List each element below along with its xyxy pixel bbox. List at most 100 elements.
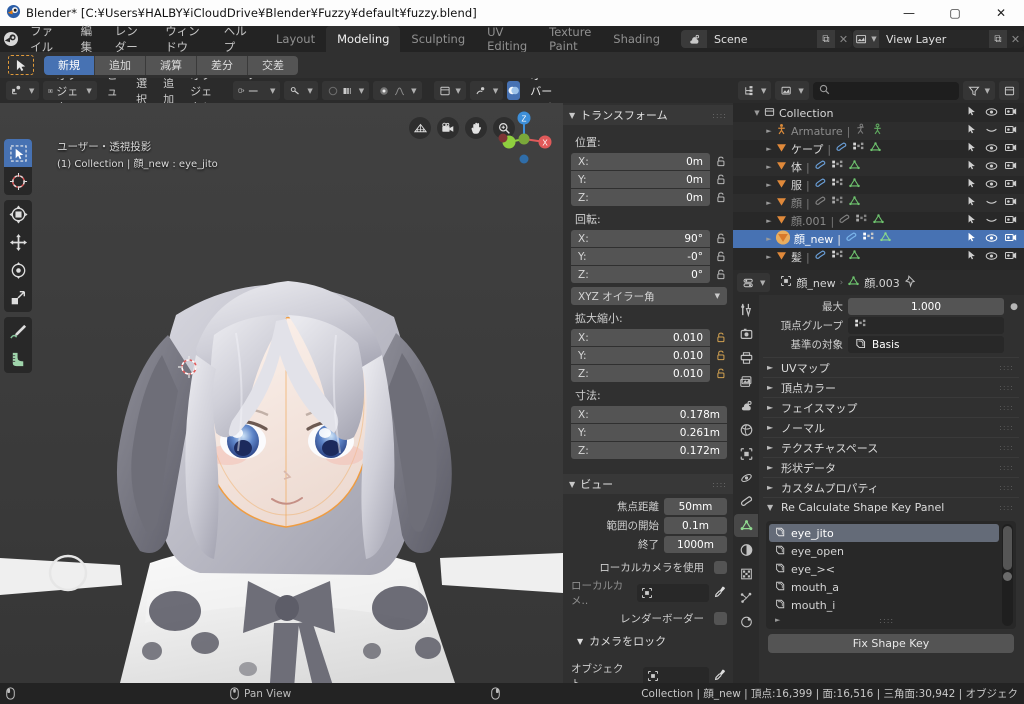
tool-measure-icon[interactable] (4, 345, 32, 373)
scale-z-row[interactable]: Z: 0.010 (571, 365, 727, 382)
tab-material-icon[interactable] (734, 538, 758, 561)
modifier-icon[interactable] (845, 231, 858, 247)
focal-length-row[interactable]: 焦点距離 50mm (571, 498, 727, 515)
fix-shape-key-button[interactable]: Fix Shape Key (768, 634, 1014, 653)
overlay-label[interactable]: オーバーレイ (524, 78, 563, 114)
rotation-y-row[interactable]: Y: -0° (571, 248, 727, 265)
dimension-z-field[interactable]: Z: 0.172m (571, 442, 727, 459)
local-camera-object-field[interactable] (637, 584, 709, 602)
location-y-field[interactable]: Y: 0m (571, 171, 710, 188)
select-mode-subtract[interactable]: 減算 (146, 55, 197, 75)
vertex-group-icon[interactable] (831, 177, 844, 193)
render-border-row[interactable]: レンダーボーダー (571, 611, 727, 626)
location-z-field[interactable]: Z: 0m (571, 189, 710, 206)
outliner-row-face[interactable]: ► 顔 | (733, 194, 1024, 212)
rotation-x-row[interactable]: X: 90° (571, 230, 727, 247)
selectable-cursor-icon[interactable] (967, 232, 978, 246)
chevron-right-icon[interactable]: ► (763, 235, 775, 243)
active-tool-icon[interactable] (8, 55, 34, 75)
vertex-group-icon[interactable] (831, 195, 844, 211)
overlay-dropdown-arrow[interactable]: ▼ (469, 81, 504, 100)
lock-location-z-icon[interactable] (714, 192, 727, 203)
shapekey-max-row[interactable]: 最大 1.000 ● (763, 298, 1019, 315)
mesh-data-icon[interactable] (879, 231, 892, 247)
tool-select-box-icon[interactable] (4, 139, 32, 167)
tool-tweak-icon[interactable] (4, 200, 32, 228)
breadcrumb-data-name[interactable]: 顔.003 (864, 275, 900, 291)
selectable-cursor-icon[interactable] (967, 178, 978, 192)
tab-object-data-icon[interactable] (734, 514, 758, 537)
tab-uv-editing[interactable]: UV Editing (476, 25, 538, 53)
dimension-x-row[interactable]: X: 0.178m (571, 406, 727, 423)
render-camera-icon[interactable] (1004, 232, 1017, 246)
select-mode-extend[interactable]: 追加 (95, 55, 146, 75)
modifier-icon[interactable] (814, 177, 827, 193)
lock-scale-x-icon[interactable] (714, 332, 727, 343)
interaction-mode-dropdown[interactable]: オブジェク.. ▼ (43, 78, 97, 114)
eyedropper-icon[interactable] (714, 668, 727, 683)
viewport-menu-view[interactable]: ビュー (101, 78, 126, 114)
render-camera-icon[interactable] (1004, 214, 1017, 228)
panel-normals[interactable]: ► ノーマル :::: (763, 417, 1019, 437)
selectable-cursor-icon[interactable] (967, 106, 978, 120)
location-x-field[interactable]: X: 0m (571, 153, 710, 170)
visibility-closed-eye-icon[interactable] (985, 125, 998, 138)
blender-logo-icon[interactable] (0, 31, 21, 47)
chevron-right-icon[interactable]: ► (763, 163, 775, 171)
mesh-data-icon[interactable] (848, 177, 861, 193)
dimension-y-field[interactable]: Y: 0.261m (571, 424, 727, 441)
location-z-row[interactable]: Z: 0m (571, 189, 727, 206)
visibility-closed-eye-icon[interactable] (985, 215, 998, 228)
tab-view-layer-icon[interactable] (734, 370, 758, 393)
select-mode-new[interactable]: 新規 (44, 55, 95, 75)
lock-object-row[interactable]: オブジェクト.. (571, 661, 727, 683)
shape-key-scrollbar[interactable] (1002, 524, 1013, 626)
viewport-gizmo-dropdown[interactable]: ▼ (433, 81, 466, 100)
chevron-right-icon[interactable]: ► (763, 217, 775, 225)
mesh-data-icon[interactable] (848, 159, 861, 175)
dimension-z-row[interactable]: Z: 0.172m (571, 442, 727, 459)
outliner-filter-button[interactable]: ▼ (962, 81, 995, 100)
scene-remove-button[interactable]: ✕ (835, 30, 852, 48)
local-camera-field-row[interactable]: ローカルカメ.. (571, 578, 727, 608)
tab-output-icon[interactable] (734, 346, 758, 369)
lock-object-field[interactable] (643, 667, 709, 683)
modifier-icon[interactable] (814, 249, 827, 265)
render-camera-icon[interactable] (1004, 160, 1017, 174)
tab-sculpting[interactable]: Sculpting (400, 26, 476, 52)
properties-editor[interactable]: ▼ 顔_new › 顔.003 最大 1.000 ● 頂点グループ 基準の対象 … (733, 270, 1024, 683)
animate-dot-icon[interactable]: ● (1009, 302, 1019, 312)
tab-particles-icon[interactable] (734, 586, 758, 609)
rotation-z-field[interactable]: Z: 0° (571, 266, 710, 283)
tool-scale-icon[interactable] (4, 284, 32, 312)
tab-layout[interactable]: Layout (265, 26, 326, 52)
eyedropper-icon[interactable] (714, 585, 727, 601)
shapekey-max-field[interactable]: 1.000 (848, 298, 1004, 315)
viewlayer-remove-button[interactable]: ✕ (1007, 30, 1024, 48)
relative-to-field[interactable]: Basis (848, 336, 1004, 353)
visibility-eye-icon[interactable] (985, 251, 998, 264)
lock-camera-subheader[interactable]: ▼ カメラをロック (577, 633, 727, 649)
navigation-gizmo[interactable]: Z X (493, 108, 555, 170)
tool-cursor-icon[interactable] (4, 167, 32, 195)
outliner-row-body[interactable]: ► 体 | (733, 158, 1024, 176)
tab-physics-icon[interactable] (734, 466, 758, 489)
local-camera-checkbox[interactable] (714, 561, 727, 574)
lock-scale-y-icon[interactable] (714, 350, 727, 361)
shape-key-row-eye-x[interactable]: eye_>< (769, 560, 999, 578)
render-camera-icon[interactable] (1004, 250, 1017, 264)
list-resize-grip-icon[interactable]: :::: (879, 616, 894, 625)
proportional-edit-dropdown[interactable]: ▼ (321, 81, 370, 100)
panel-geometry-data[interactable]: ► 形状データ :::: (763, 457, 1019, 477)
rotation-mode-dropdown[interactable]: XYZ オイラー角 ▼ (571, 287, 727, 305)
mesh-data-icon[interactable] (848, 195, 861, 211)
selectable-cursor-icon[interactable] (967, 160, 978, 174)
dimension-y-row[interactable]: Y: 0.261m (571, 424, 727, 441)
vertex-group-icon[interactable] (862, 231, 875, 247)
location-x-row[interactable]: X: 0m (571, 153, 727, 170)
tool-move-icon[interactable] (4, 228, 32, 256)
outliner-new-collection-button[interactable] (999, 81, 1019, 100)
location-y-row[interactable]: Y: 0m (571, 171, 727, 188)
tab-modifier-icon[interactable] (734, 490, 758, 513)
tab-scene-icon[interactable] (734, 394, 758, 417)
